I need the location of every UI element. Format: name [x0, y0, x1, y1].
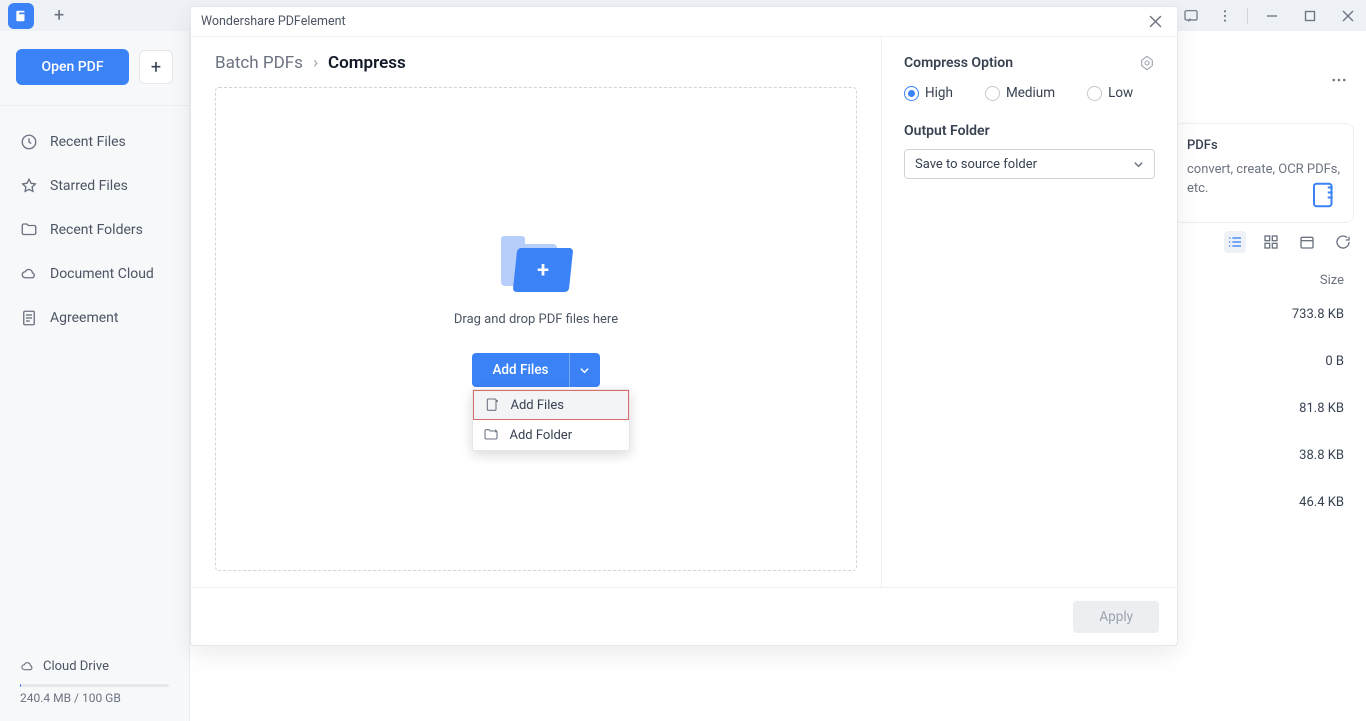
modal-left: Batch PDFs › Compress + Drag and drop PD…: [191, 37, 881, 587]
file-size: 0 B: [1325, 354, 1344, 369]
folder-plus-icon: +: [501, 238, 571, 294]
minimize-button[interactable]: [1254, 2, 1290, 30]
radio-label: Medium: [1006, 85, 1055, 101]
view-toggle: [1224, 231, 1354, 253]
dd-add-files[interactable]: Add Files: [473, 390, 629, 420]
list-view-icon[interactable]: [1224, 231, 1246, 253]
open-pdf-button[interactable]: Open PDF: [16, 49, 129, 85]
document-icon: [20, 309, 38, 327]
clock-icon: [20, 133, 38, 151]
add-files-dropdown-toggle[interactable]: [570, 353, 600, 387]
nav-label: Document Cloud: [50, 266, 154, 282]
chat-icon[interactable]: [1175, 2, 1207, 30]
cloud-label: Cloud Drive: [43, 659, 109, 674]
close-button[interactable]: [1330, 2, 1366, 30]
radio-icon: [1087, 86, 1102, 101]
file-size: 46.4 KB: [1299, 495, 1344, 510]
radio-label: High: [925, 85, 953, 101]
modal-title-text: Wondershare PDFelement: [201, 14, 346, 29]
chevron-right-icon: ›: [313, 53, 318, 73]
maximize-button[interactable]: [1292, 2, 1328, 30]
output-folder-value: Save to source folder: [915, 157, 1037, 172]
nav-label: Recent Folders: [50, 222, 143, 238]
file-size: 38.8 KB: [1299, 448, 1344, 463]
cloud-icon: [20, 659, 35, 674]
folder-plus-icon: [483, 427, 499, 443]
storage-text: 240.4 MB / 100 GB: [14, 691, 175, 705]
nav-recent-folders[interactable]: Recent Folders: [8, 210, 181, 250]
cloud-drive-row[interactable]: Cloud Drive: [14, 655, 175, 678]
nav-document-cloud[interactable]: Document Cloud: [8, 254, 181, 294]
radio-high[interactable]: High: [904, 85, 953, 101]
radio-icon: [985, 86, 1000, 101]
app-logo[interactable]: [8, 3, 34, 29]
dropzone[interactable]: + Drag and drop PDF files here Add Files…: [215, 87, 857, 571]
cloud-icon: [20, 265, 38, 283]
calendar-view-icon[interactable]: [1296, 231, 1318, 253]
new-tab-button[interactable]: +: [46, 5, 72, 26]
plus-button[interactable]: +: [139, 50, 173, 84]
modal-close-button[interactable]: [1145, 12, 1165, 32]
output-folder-select[interactable]: Save to source folder: [904, 149, 1155, 179]
modal-titlebar: Wondershare PDFelement: [191, 7, 1177, 37]
breadcrumb-current: Compress: [328, 53, 406, 73]
breadcrumb: Batch PDFs › Compress: [215, 53, 857, 73]
file-plus-icon: [484, 397, 500, 413]
size-column: 733.8 KB 0 B 81.8 KB 38.8 KB 46.4 KB: [1292, 307, 1344, 510]
quick-card[interactable]: PDFs convert, create, OCR PDFs, etc.: [1174, 123, 1354, 223]
radio-low[interactable]: Low: [1087, 85, 1133, 101]
sidebar-bottom: Cloud Drive 240.4 MB / 100 GB: [0, 647, 189, 721]
apply-button[interactable]: Apply: [1073, 601, 1159, 633]
storage-bar: [20, 684, 169, 687]
folder-icon: [20, 221, 38, 239]
chevron-down-icon: [1133, 159, 1144, 170]
divider: [1247, 8, 1248, 24]
add-files-split-button: Add Files Add Files Add Folder: [472, 353, 599, 387]
compress-radio-group: High Medium Low: [904, 85, 1155, 101]
output-folder-label: Output Folder: [904, 123, 1155, 139]
nav-list: Recent Files Starred Files Recent Folder…: [0, 118, 189, 342]
nav-label: Starred Files: [50, 178, 128, 194]
radio-label: Low: [1108, 85, 1133, 101]
card-title: PDFs: [1187, 136, 1341, 156]
modal-right-panel: Compress Option High Medium Low Output F…: [881, 37, 1177, 587]
file-size: 81.8 KB: [1299, 401, 1344, 416]
nav-starred-files[interactable]: Starred Files: [8, 166, 181, 206]
titlebar-left: +: [8, 3, 72, 29]
chevron-down-icon: [579, 365, 590, 376]
nav-label: Agreement: [50, 310, 118, 326]
content-more-icon[interactable]: [1330, 71, 1348, 89]
divider: [0, 105, 189, 106]
star-icon: [20, 177, 38, 195]
compress-option-label: Compress Option: [904, 55, 1013, 71]
refresh-icon[interactable]: [1332, 231, 1354, 253]
titlebar-right: [1145, 2, 1366, 30]
grid-view-icon[interactable]: [1260, 231, 1282, 253]
gear-icon[interactable]: [1139, 55, 1155, 71]
modal-footer: Apply: [191, 587, 1177, 645]
radio-icon: [904, 86, 919, 101]
radio-medium[interactable]: Medium: [985, 85, 1055, 101]
dd-add-folder[interactable]: Add Folder: [473, 420, 629, 450]
breadcrumb-batch[interactable]: Batch PDFs: [215, 53, 303, 73]
nav-agreement[interactable]: Agreement: [8, 298, 181, 338]
batch-compress-modal: Wondershare PDFelement Batch PDFs › Comp…: [190, 6, 1178, 646]
nav-recent-files[interactable]: Recent Files: [8, 122, 181, 162]
dd-label: Add Files: [510, 398, 563, 413]
dd-label: Add Folder: [509, 428, 572, 443]
page-icon: [1307, 180, 1341, 210]
add-files-dropdown: Add Files Add Folder: [472, 389, 630, 451]
dropzone-text: Drag and drop PDF files here: [454, 312, 618, 327]
more-icon[interactable]: [1209, 2, 1241, 30]
file-size: 733.8 KB: [1292, 307, 1344, 322]
sidebar: Open PDF + Recent Files Starred Files Re…: [0, 31, 190, 721]
add-files-button[interactable]: Add Files: [472, 353, 569, 387]
size-header: Size: [1320, 273, 1344, 288]
nav-label: Recent Files: [50, 134, 126, 150]
